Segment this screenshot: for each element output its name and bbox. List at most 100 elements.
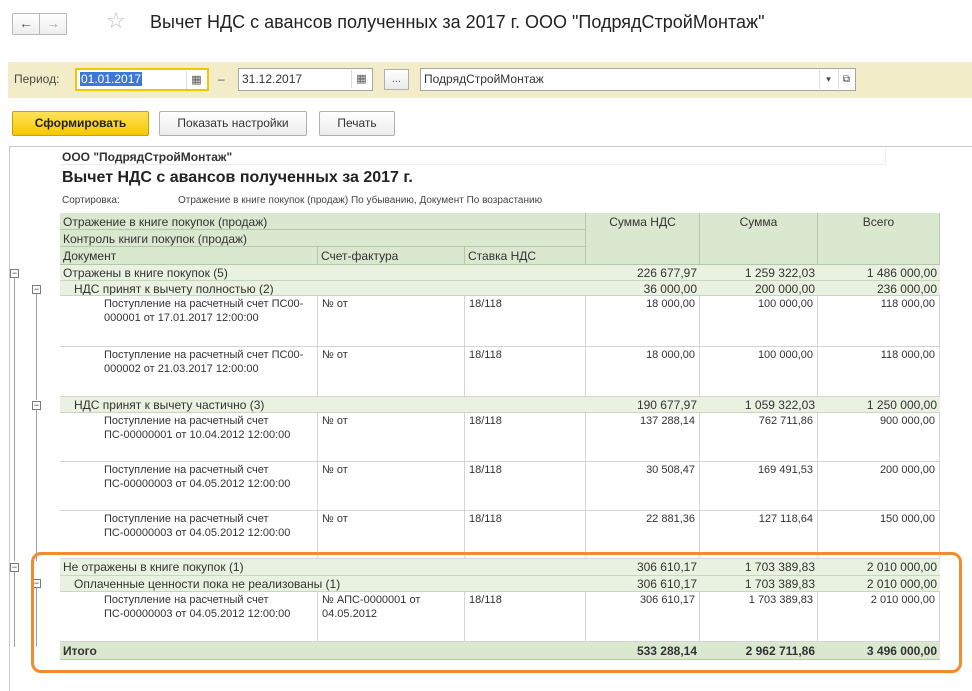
- grand-total-vat-sum: 533 288,14: [586, 642, 700, 660]
- subgroup-vat-sum: 36 000,00: [586, 281, 700, 296]
- group-tree-line: [14, 567, 15, 647]
- subgroup-sum: 1 059 322,03: [700, 397, 818, 413]
- total-cell: 2 010 000,00: [818, 592, 940, 642]
- back-arrow-icon[interactable]: ←: [12, 13, 40, 35]
- subgroup-total: 236 000,00: [818, 281, 940, 296]
- period-dash: –: [218, 72, 225, 86]
- group-tree-line: [36, 287, 37, 400]
- group-tree-line: [36, 405, 37, 561]
- group-sum: 1 259 322,03: [700, 265, 818, 281]
- document-cell[interactable]: Поступление на расчетный счет ПС00-00000…: [60, 296, 318, 347]
- vat-rate-cell: 18/118: [465, 511, 586, 559]
- vat-rate-cell: 18/118: [465, 296, 586, 347]
- group-tree-line: [36, 583, 37, 647]
- calendar-icon[interactable]: ▦: [186, 71, 206, 89]
- subgroup-row-label[interactable]: НДС принят к вычету частично (3): [60, 397, 586, 413]
- group-total: 2 010 000,00: [818, 559, 940, 576]
- vat-sum-cell: 18 000,00: [586, 347, 700, 397]
- document-cell[interactable]: Поступление на расчетный счет ПС-0000000…: [60, 592, 318, 642]
- total-cell: 118 000,00: [818, 347, 940, 397]
- subgroup-vat-sum: 306 610,17: [586, 576, 700, 592]
- invoice-cell[interactable]: № АПС-0000001 от 04.05.2012: [318, 592, 465, 642]
- group-sum: 1 703 389,83: [700, 559, 818, 576]
- favorite-star-icon[interactable]: ☆: [106, 9, 126, 33]
- subgroup-total: 2 010 000,00: [818, 576, 940, 592]
- organization-select[interactable]: ПодрядСтройМонтаж ▾ ⧉: [420, 68, 856, 91]
- subgroup-sum: 1 703 389,83: [700, 576, 818, 592]
- header-control: Контроль книги покупок (продаж): [60, 230, 586, 247]
- generate-button[interactable]: Сформировать: [12, 111, 149, 136]
- vat-rate-cell: 18/118: [465, 413, 586, 462]
- period-select-button[interactable]: ...: [384, 69, 409, 90]
- collapse-group-icon[interactable]: −: [10, 563, 19, 572]
- vat-rate-cell: 18/118: [465, 347, 586, 397]
- chevron-down-icon[interactable]: ▾: [819, 70, 837, 89]
- header-sum: Сумма: [700, 213, 818, 265]
- vat-rate-cell: 18/118: [465, 592, 586, 642]
- total-cell: 900 000,00: [818, 413, 940, 462]
- collapse-group-icon[interactable]: −: [32, 401, 41, 410]
- vat-sum-cell: 18 000,00: [586, 296, 700, 347]
- report-title: Вычет НДС с авансов полученных за 2017 г…: [62, 169, 413, 186]
- subgroup-row-label[interactable]: Оплаченные ценности пока не реализованы …: [60, 576, 586, 592]
- collapse-group-icon[interactable]: −: [10, 269, 19, 278]
- invoice-cell[interactable]: № от: [318, 511, 465, 559]
- document-cell[interactable]: Поступление на расчетный счет ПС-0000000…: [60, 413, 318, 462]
- calendar-icon[interactable]: ▦: [351, 70, 371, 88]
- header-reflection: Отражение в книге покупок (продаж): [60, 213, 586, 230]
- period-start-input[interactable]: 01.01.2017 ▦: [75, 68, 209, 91]
- vat-sum-cell: 22 881,36: [586, 511, 700, 559]
- header-document: Документ: [60, 247, 318, 265]
- period-start-value: 01.01.2017: [80, 72, 143, 86]
- group-vat-sum: 226 677,97: [586, 265, 700, 281]
- collapse-group-icon[interactable]: −: [32, 285, 41, 294]
- header-vat-rate: Ставка НДС: [465, 247, 586, 265]
- vat-sum-cell: 137 288,14: [586, 413, 700, 462]
- sum-cell: 169 491,53: [700, 462, 818, 511]
- invoice-cell[interactable]: № от: [318, 347, 465, 397]
- document-cell[interactable]: Поступление на расчетный счет ПС-0000000…: [60, 462, 318, 511]
- period-bar: Период: 01.01.2017 ▦ – 31.12.2017 ▦ ... …: [8, 62, 972, 98]
- sum-cell: 100 000,00: [700, 296, 818, 347]
- title-bar: ← → ☆ Вычет НДС с авансов полученных за …: [0, 0, 972, 56]
- subgroup-vat-sum: 190 677,97: [586, 397, 700, 413]
- invoice-cell[interactable]: № от: [318, 296, 465, 347]
- forward-arrow-icon[interactable]: →: [39, 13, 67, 35]
- total-cell: 150 000,00: [818, 511, 940, 559]
- header-invoice: Счет-фактура: [318, 247, 465, 265]
- invoice-cell[interactable]: № от: [318, 462, 465, 511]
- sum-cell: 1 703 389,83: [700, 592, 818, 642]
- vat-rate-cell: 18/118: [465, 462, 586, 511]
- report-area[interactable]: ООО "ПодрядСтройМонтаж" Вычет НДС с аван…: [9, 146, 972, 691]
- open-form-icon[interactable]: ⧉: [838, 70, 854, 89]
- header-total: Всего: [818, 213, 940, 265]
- grand-total-label: Итого: [60, 642, 586, 660]
- subgroup-sum: 200 000,00: [700, 281, 818, 296]
- window-title: Вычет НДС с авансов полученных за 2017 г…: [150, 12, 765, 32]
- sum-cell: 762 711,86: [700, 413, 818, 462]
- collapse-group-icon[interactable]: −: [32, 579, 41, 588]
- sum-cell: 127 118,64: [700, 511, 818, 559]
- sort-value: Отражение в книге покупок (продаж) По уб…: [178, 195, 543, 206]
- subgroup-total: 1 250 000,00: [818, 397, 940, 413]
- document-cell[interactable]: Поступление на расчетный счет ПС00-00000…: [60, 347, 318, 397]
- period-end-input[interactable]: 31.12.2017 ▦: [238, 68, 373, 91]
- sort-label: Сортировка:: [62, 195, 120, 206]
- sum-cell: 100 000,00: [700, 347, 818, 397]
- organization-value: ПодрядСтройМонтаж: [424, 72, 544, 86]
- document-cell[interactable]: Поступление на расчетный счет ПС-0000000…: [60, 511, 318, 559]
- total-cell: 200 000,00: [818, 462, 940, 511]
- total-cell: 118 000,00: [818, 296, 940, 347]
- subgroup-row-label[interactable]: НДС принят к вычету полностью (2): [60, 281, 586, 296]
- group-tree-line: [14, 271, 15, 561]
- show-settings-button[interactable]: Показать настройки: [159, 111, 307, 136]
- vat-sum-cell: 30 508,47: [586, 462, 700, 511]
- group-row-label[interactable]: Отражены в книге покупок (5): [60, 265, 586, 281]
- group-row-label[interactable]: Не отражены в книге покупок (1): [60, 559, 586, 576]
- print-button[interactable]: Печать: [319, 111, 395, 136]
- invoice-cell[interactable]: № от: [318, 413, 465, 462]
- grand-total-total: 3 496 000,00: [818, 642, 940, 660]
- report-org-name: ООО "ПодрядСтройМонтаж": [62, 150, 233, 164]
- vat-sum-cell: 306 610,17: [586, 592, 700, 642]
- header-vat-sum: Сумма НДС: [586, 213, 700, 265]
